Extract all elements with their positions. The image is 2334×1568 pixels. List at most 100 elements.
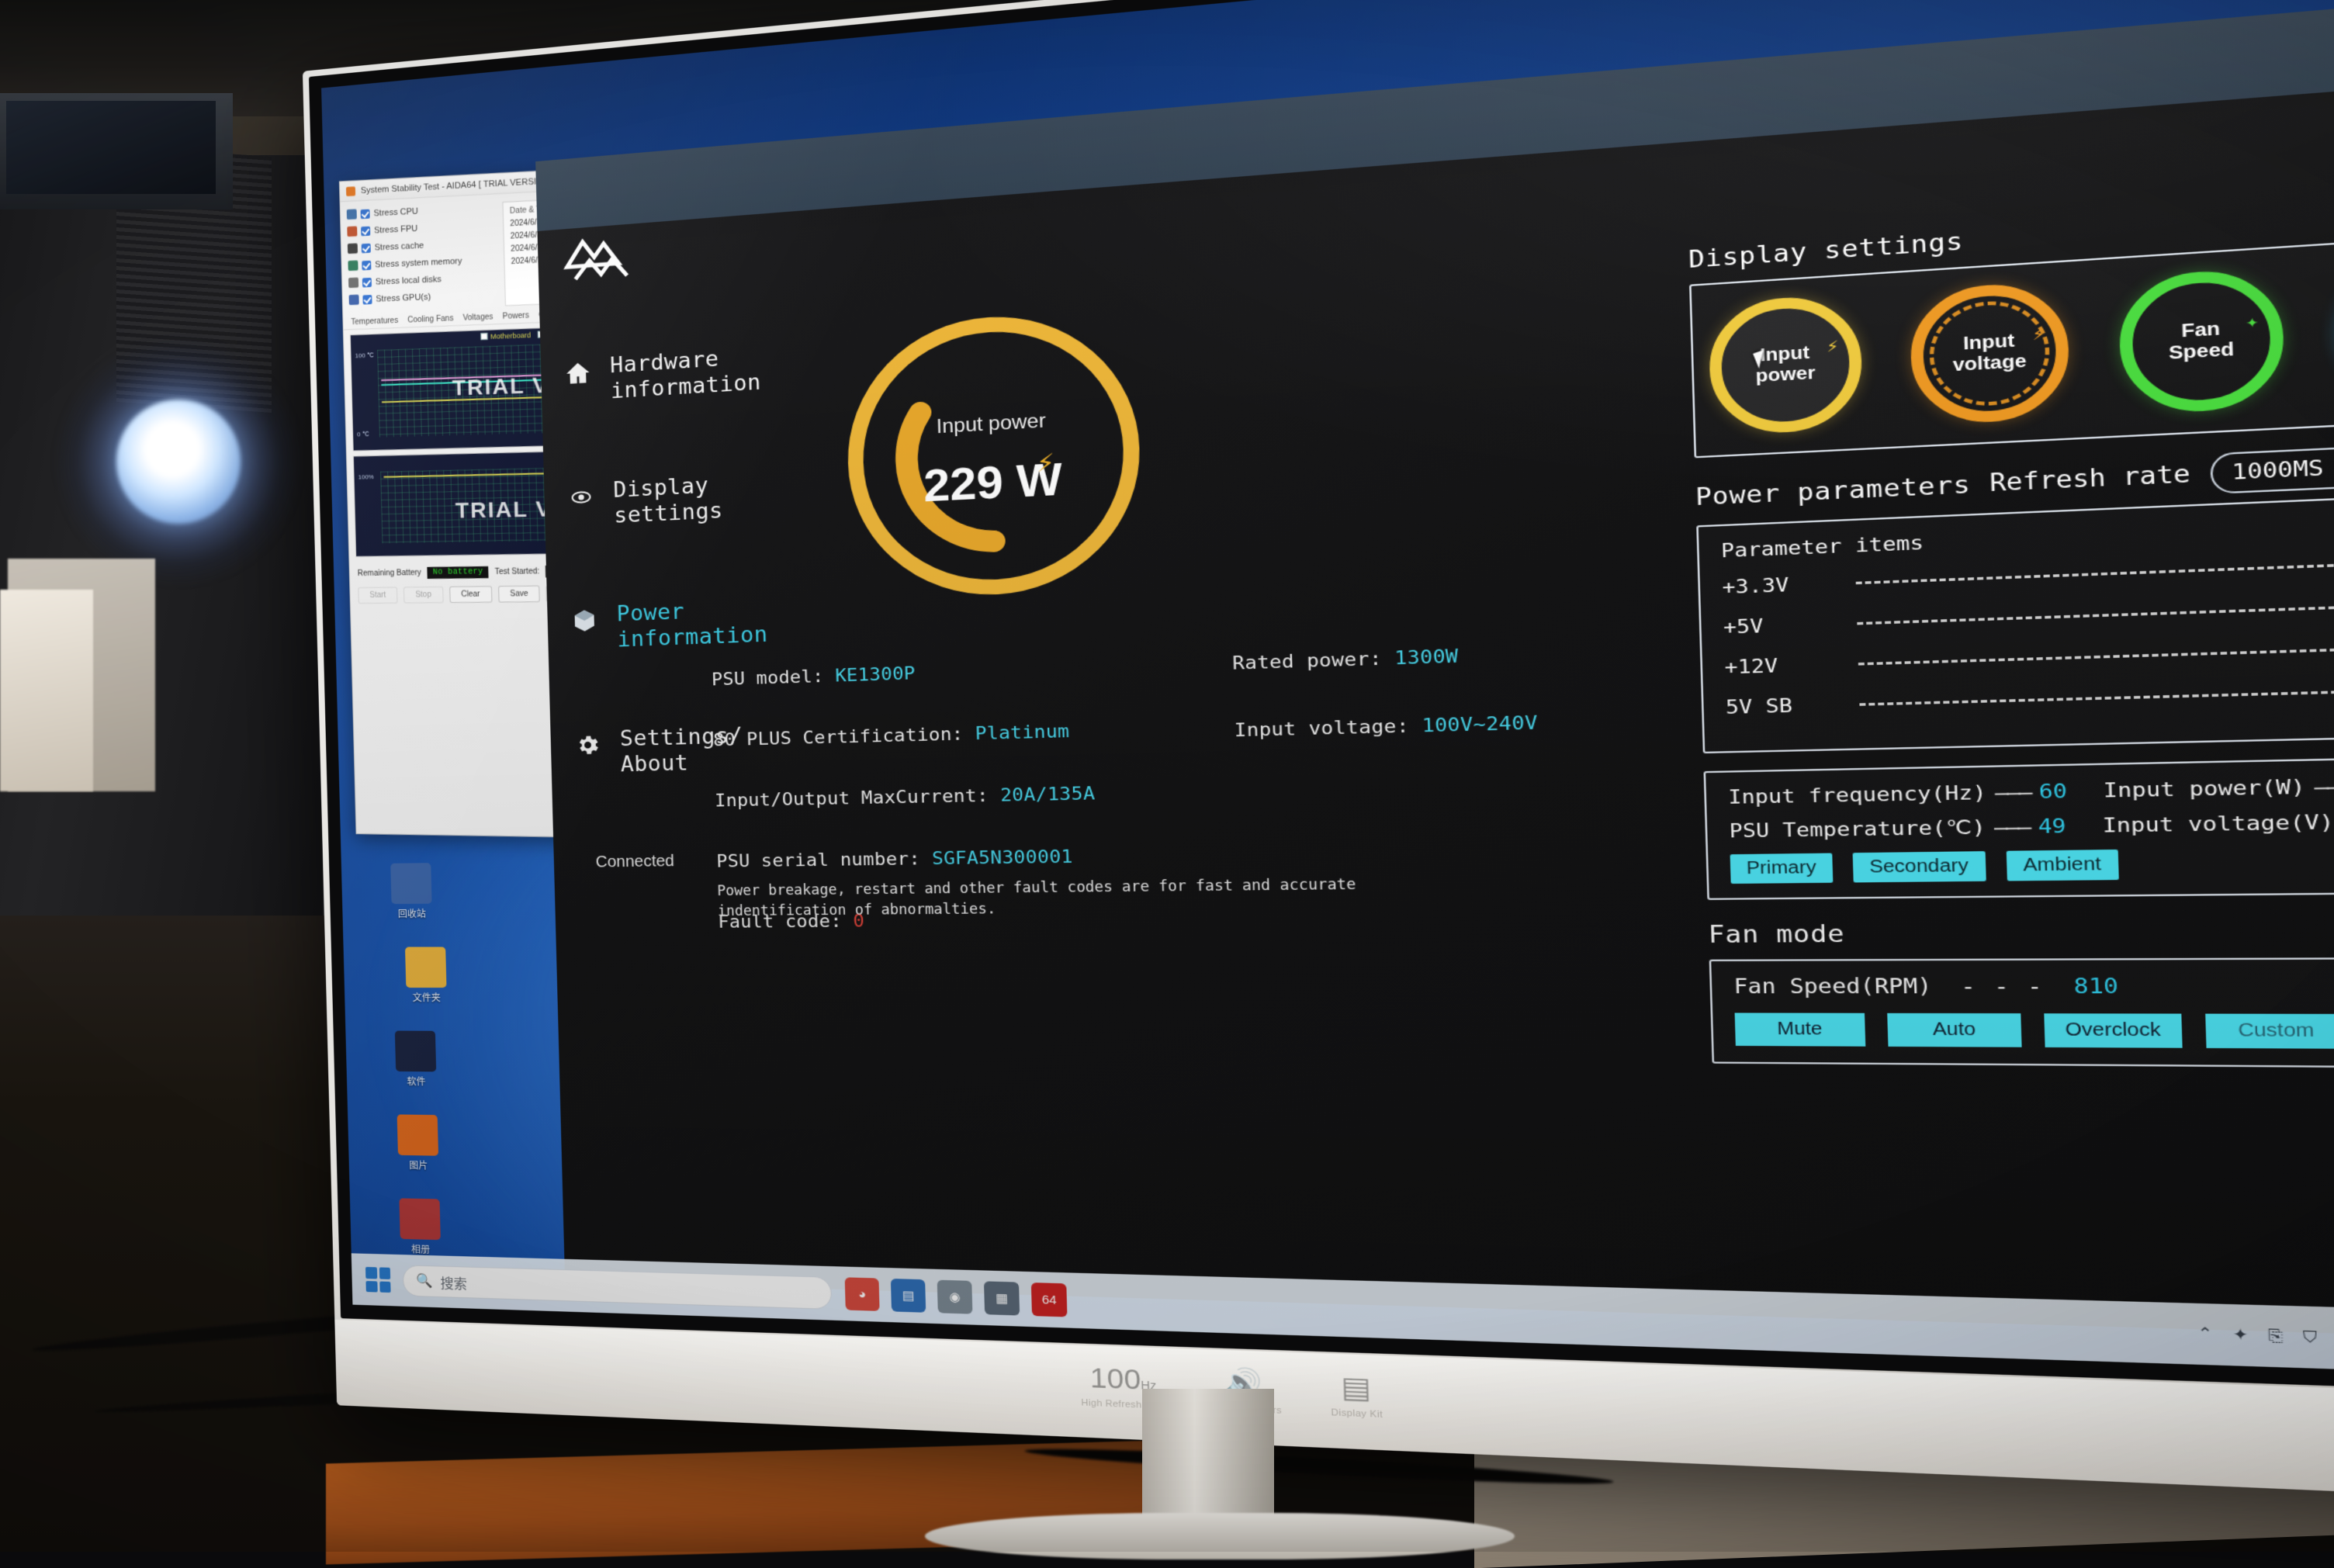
display-toggle-mini-icon: ✦ — [2246, 311, 2259, 332]
sidebar-item-power-information[interactable]: Powerinformation — [568, 594, 841, 655]
fan-mode-buttons[interactable]: MuteAutoOverclockCustomClean — [1735, 1012, 2334, 1049]
bluetooth-icon[interactable]: ✦ — [2232, 1326, 2249, 1345]
rgb-fan-core — [116, 400, 241, 524]
windows-start-icon[interactable] — [365, 1267, 391, 1293]
power-parameters-header: Parameter items Value V — [1721, 508, 2334, 562]
chrome-icon[interactable]: ◕ — [845, 1277, 880, 1311]
desktop-icon[interactable]: 图片 — [371, 1114, 466, 1173]
stress-option-label: Stress system memory — [375, 256, 462, 269]
taskbar-app-icons[interactable]: ◕ ▤ ◉ ▦ 64 — [845, 1277, 1068, 1317]
shield-warn-icon[interactable]: ⛉ — [2303, 1327, 2318, 1347]
stress-option-label: Stress CPU — [373, 206, 418, 218]
desktop-icon[interactable]: 软件 — [369, 1030, 463, 1089]
usb-icon[interactable]: ⎘ — [2268, 1327, 2284, 1346]
parameter-name: 5V SB — [1726, 694, 1846, 719]
fan-mode-button-custom[interactable]: Custom — [2205, 1014, 2334, 1049]
stress-option-checkbox[interactable] — [361, 209, 370, 219]
edge-icon[interactable]: ◉ — [937, 1280, 973, 1314]
stress-option-icon — [348, 244, 358, 254]
desktop-icon-image — [395, 1031, 436, 1072]
stress-option-label: Stress GPU(s) — [376, 292, 431, 303]
desktop-icon-label: 软件 — [370, 1076, 464, 1089]
stress-option-checkbox[interactable] — [361, 226, 370, 236]
explorer-icon[interactable]: ▤ — [891, 1279, 926, 1313]
app-icon[interactable]: ▦ — [984, 1281, 1020, 1315]
chevron-up-icon[interactable]: ⌃ — [2197, 1324, 2214, 1344]
temperature-sensor-chips[interactable]: Primary Secondary Ambient — [1730, 844, 2334, 884]
aida64-started-label: Test Started: — [495, 567, 540, 576]
aida64-tab-powers[interactable]: Powers — [503, 311, 529, 320]
stress-option[interactable]: Stress local disks — [348, 272, 497, 288]
stress-option[interactable]: Stress cache — [348, 237, 496, 254]
aida64-button-clear[interactable]: Clear — [449, 586, 492, 603]
display-toggle-input-power[interactable]: Inputpower⚡ — [1708, 293, 1864, 436]
bezel-badge: ▤Display Kit — [1330, 1372, 1383, 1420]
aida64-stress-options: Stress CPU Stress FPU Stress cache Stress s… — [347, 202, 497, 313]
desktop-icon-image — [399, 1198, 440, 1240]
fan-mode-button-overclock[interactable]: Overclock — [2044, 1013, 2182, 1048]
stress-option-checkbox[interactable] — [362, 243, 371, 253]
refresh-rate-label: Refresh rate — [1989, 461, 2191, 497]
stress-option[interactable]: Stress system memory — [348, 254, 496, 271]
refresh-rate-select[interactable]: 1000MS ▼ — [2209, 444, 2334, 494]
aida64-app-icon — [346, 186, 355, 196]
stress-option[interactable]: Stress CPU — [347, 202, 495, 220]
fan-speed-value: 810 — [2073, 974, 2118, 999]
readout-label-1: Input frequency(Hz) — [1728, 782, 1986, 809]
aida64-button-start[interactable]: Start — [358, 587, 397, 604]
sidebar-item-label: Displaysettings — [613, 472, 723, 529]
aida64-battery-label: Remaining Battery — [358, 569, 421, 578]
refresh-rate-value: 1000MS — [2232, 456, 2324, 485]
desktop-icon[interactable]: 回收站 — [364, 863, 459, 921]
fan-mode-button-auto[interactable]: Auto — [1887, 1013, 2021, 1047]
search-placeholder: 搜索 — [440, 1272, 467, 1292]
stress-option[interactable]: Stress FPU — [347, 220, 495, 237]
desk-box-b — [0, 590, 93, 791]
screen: 回收站文件夹软件图片相册 System Stability Test - AID… — [321, 0, 2334, 1378]
system-tray[interactable]: ⌃✦⎘⛉英🌐🔊 15:45 2024/6/3 🔔 — [2197, 1317, 2334, 1363]
aida64-tab-temperatures[interactable]: Temperatures — [351, 317, 398, 327]
monitor: 回收站文件夹软件图片相册 System Stability Test - AID… — [320, 70, 2306, 1466]
stress-option-label: Stress local disks — [376, 275, 442, 287]
sensor-chip-secondary[interactable]: Secondary — [1852, 851, 1986, 882]
stress-option-label: Stress FPU — [374, 223, 417, 235]
aida64-button-stop[interactable]: Stop — [403, 587, 443, 604]
stress-option-checkbox[interactable] — [362, 260, 371, 270]
aida64-tab-cooling-fans[interactable]: Cooling Fans — [407, 314, 454, 324]
info-value: Platinum — [975, 722, 1069, 745]
power-parameter-row: 5V SB5.01 — [1726, 674, 2334, 722]
fan-mode-button-mute[interactable]: Mute — [1735, 1012, 1866, 1046]
psu-monitor-app[interactable]: – ✕ — [535, 0, 2334, 1341]
monitor-bezel: 回收站文件夹软件图片相册 System Stability Test - AID… — [309, 0, 2334, 1395]
tray-icons[interactable]: ⌃✦⎘⛉英🌐🔊 — [2197, 1322, 2334, 1353]
info-label: PSU model: — [712, 666, 824, 691]
aida64-tab-voltages[interactable]: Voltages — [462, 313, 493, 323]
stress-option[interactable]: Stress GPU(s) — [349, 289, 497, 305]
desktop-icon-label: 图片 — [372, 1159, 466, 1172]
desktop-icon[interactable]: 文件夹 — [379, 947, 473, 1004]
sensor-chip-primary[interactable]: Primary — [1730, 853, 1834, 884]
stress-option-checkbox[interactable] — [362, 294, 372, 304]
stress-option-checkbox[interactable] — [362, 277, 372, 287]
info-label: Input/Output MaxCurrent: — [715, 786, 989, 812]
psu-right-column: Display settings Inputpower⚡Inputvoltage… — [1688, 189, 2334, 1068]
dashed-separator — [1857, 605, 2334, 625]
aida64-button-save[interactable]: Save — [498, 586, 541, 603]
display-toggle-label: Inputvoltage — [1952, 331, 2027, 376]
display-toggle-input-voltage[interactable]: Inputvoltage⚡ — [1909, 280, 2070, 425]
desktop-icon[interactable]: 相册 — [373, 1198, 468, 1258]
aida64-icon[interactable]: 64 — [1031, 1282, 1068, 1317]
legend-entry[interactable]: Motherboard — [481, 331, 532, 341]
psu-body: Hardwareinformation Displaysettings Poweri… — [538, 74, 2334, 1341]
readout-dash: ——— — [1993, 816, 2030, 839]
search-input[interactable]: 🔍 搜索 — [403, 1265, 833, 1310]
info-label: Input voltage: — [1234, 716, 1409, 742]
dashed-separator — [1859, 690, 2334, 706]
sidebar-item-hardware-information[interactable]: Hardwareinformation — [562, 339, 835, 407]
legend-checkbox[interactable] — [481, 333, 488, 340]
display-toggle-fan-speed[interactable]: FanSpeed✦ — [2118, 267, 2285, 415]
sensor-chip-ambient[interactable]: Ambient — [2006, 850, 2119, 881]
stress-option-label: Stress cache — [375, 241, 424, 252]
info-value: KE1300P — [835, 663, 916, 687]
sidebar-item-display-settings[interactable]: Displaysettings — [565, 466, 838, 531]
